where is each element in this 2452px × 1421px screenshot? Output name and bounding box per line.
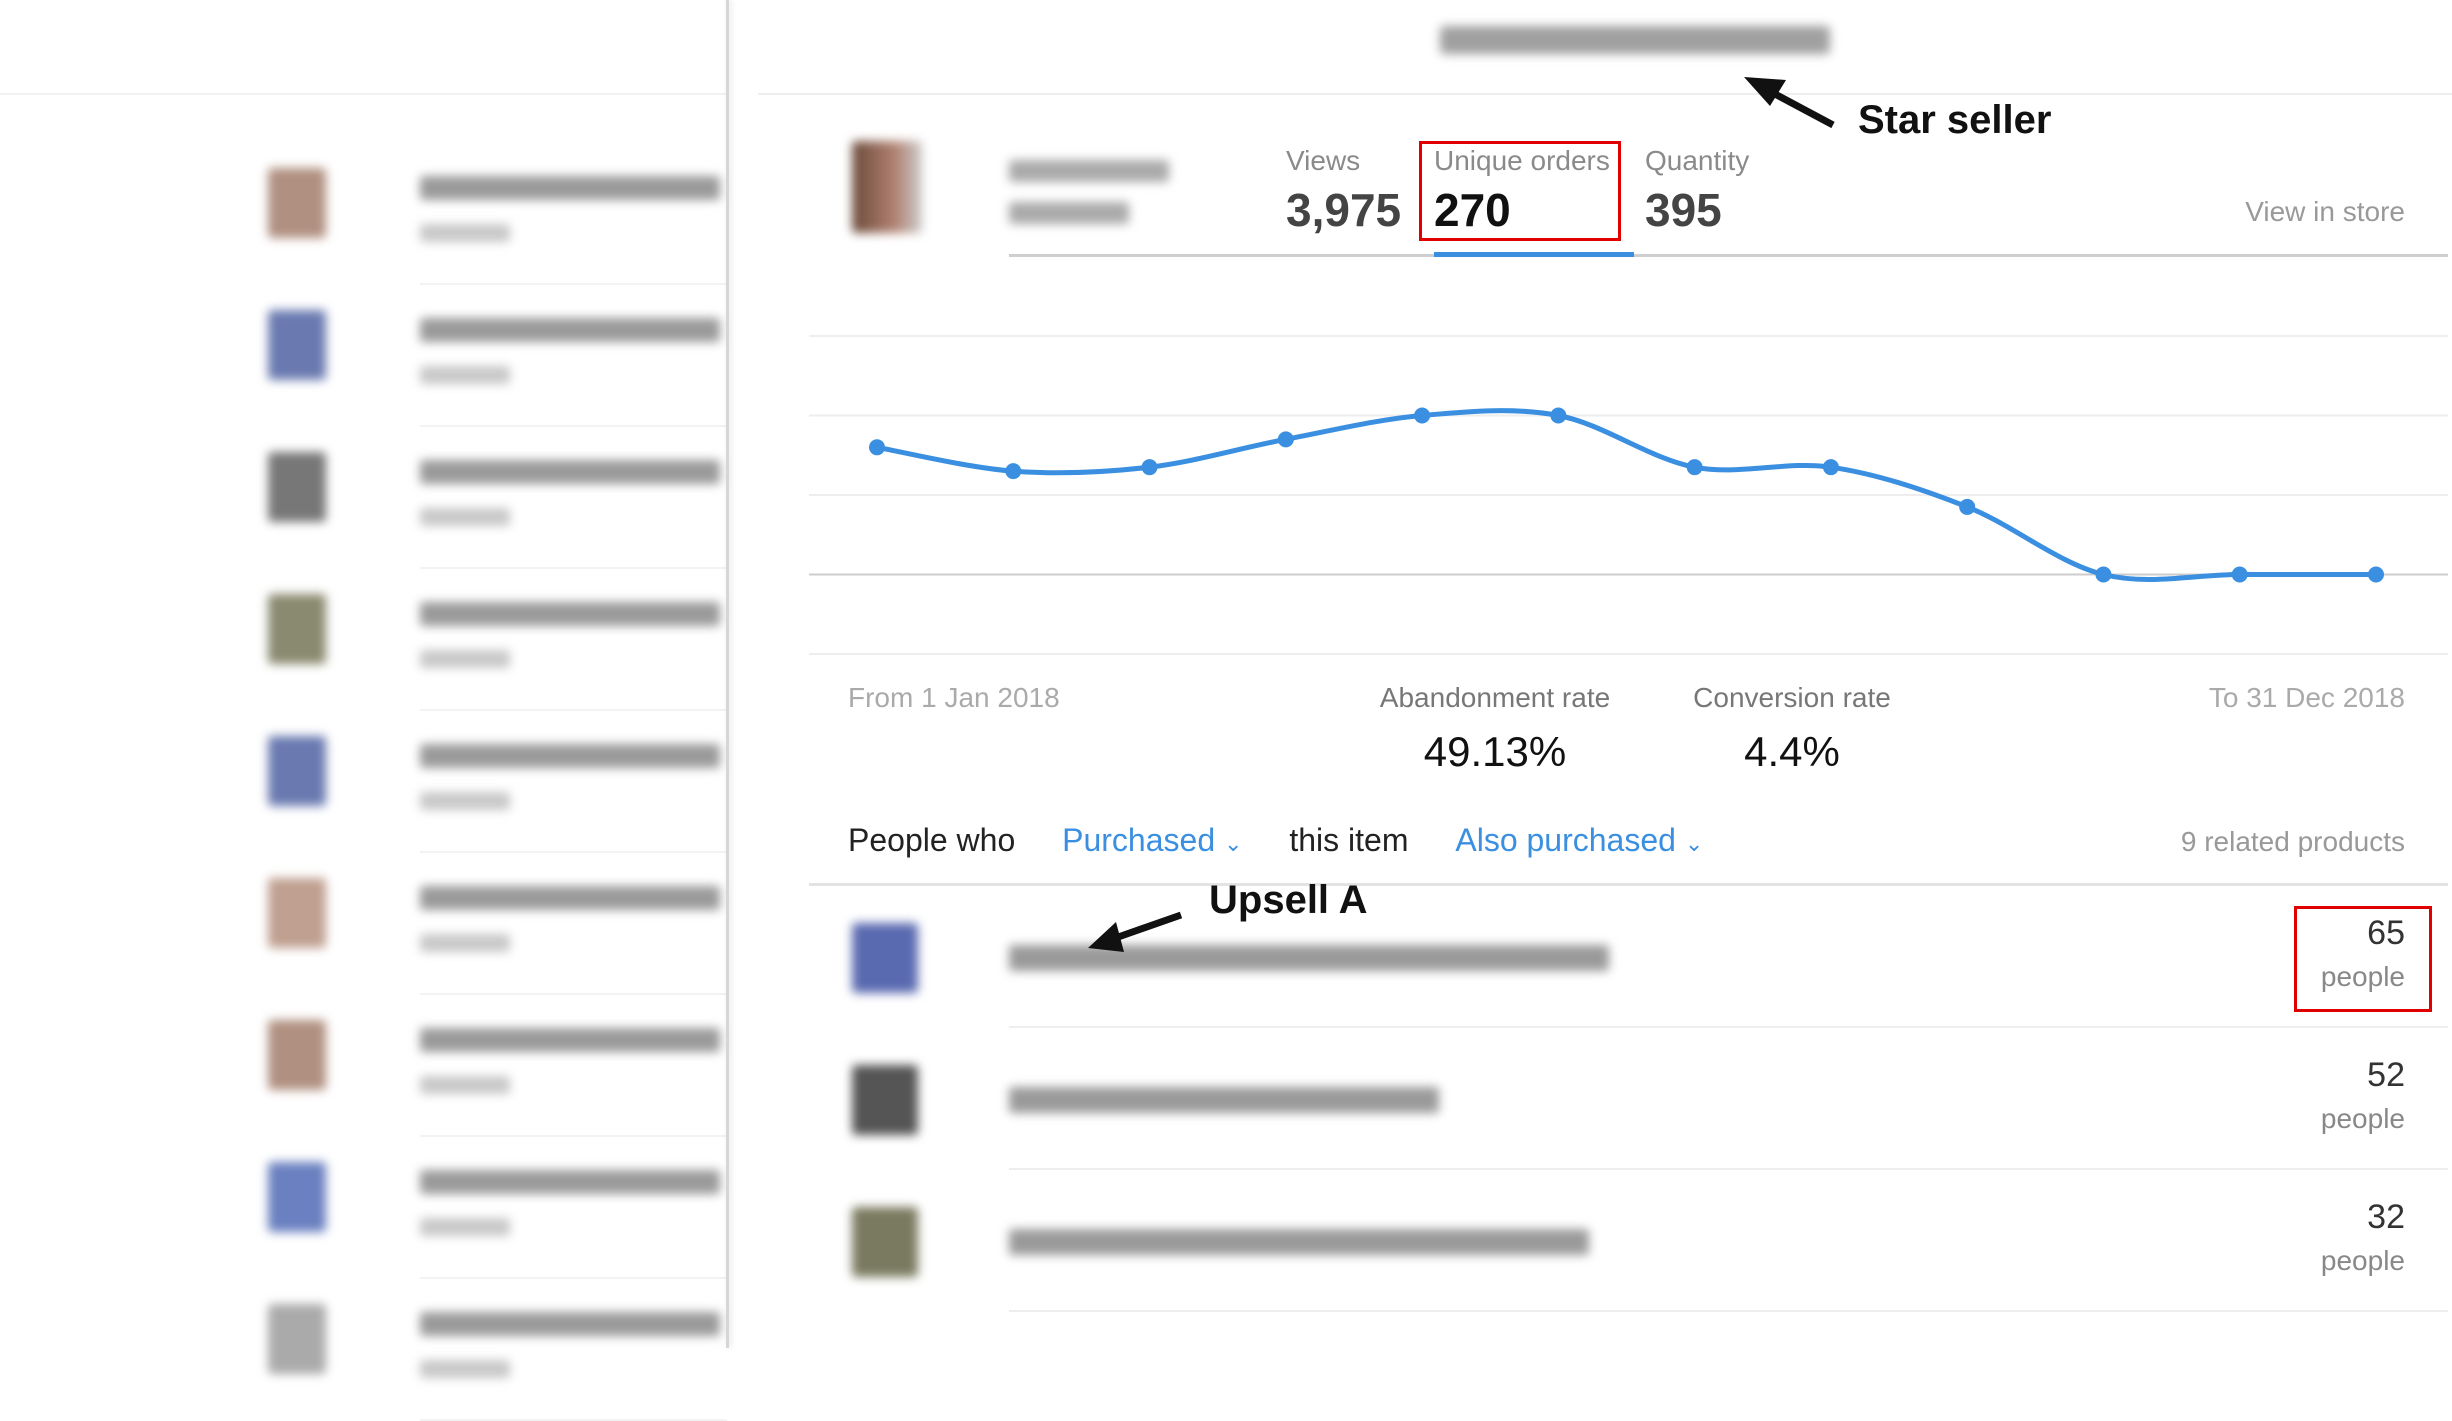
annotation-star-seller: Star seller [1858,98,2052,142]
arrow-icon-star-seller [1744,77,1835,129]
annotation-arrows [1088,77,1835,952]
annotation-upsell: Upsell A [1209,878,1368,922]
sidebar-product-price-blurred [420,1360,510,1378]
arrow-icon-upsell [1088,911,1183,952]
